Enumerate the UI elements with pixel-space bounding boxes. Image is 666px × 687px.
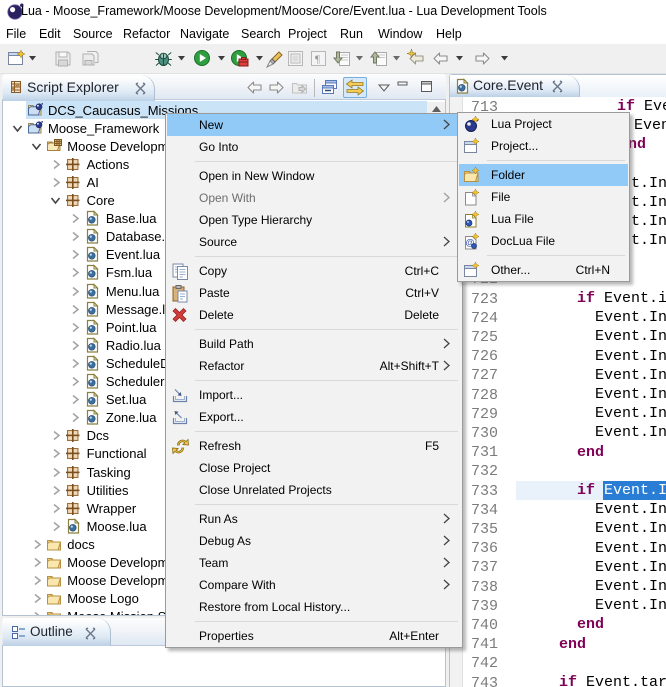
svg-text:¶: ¶ bbox=[315, 54, 320, 66]
